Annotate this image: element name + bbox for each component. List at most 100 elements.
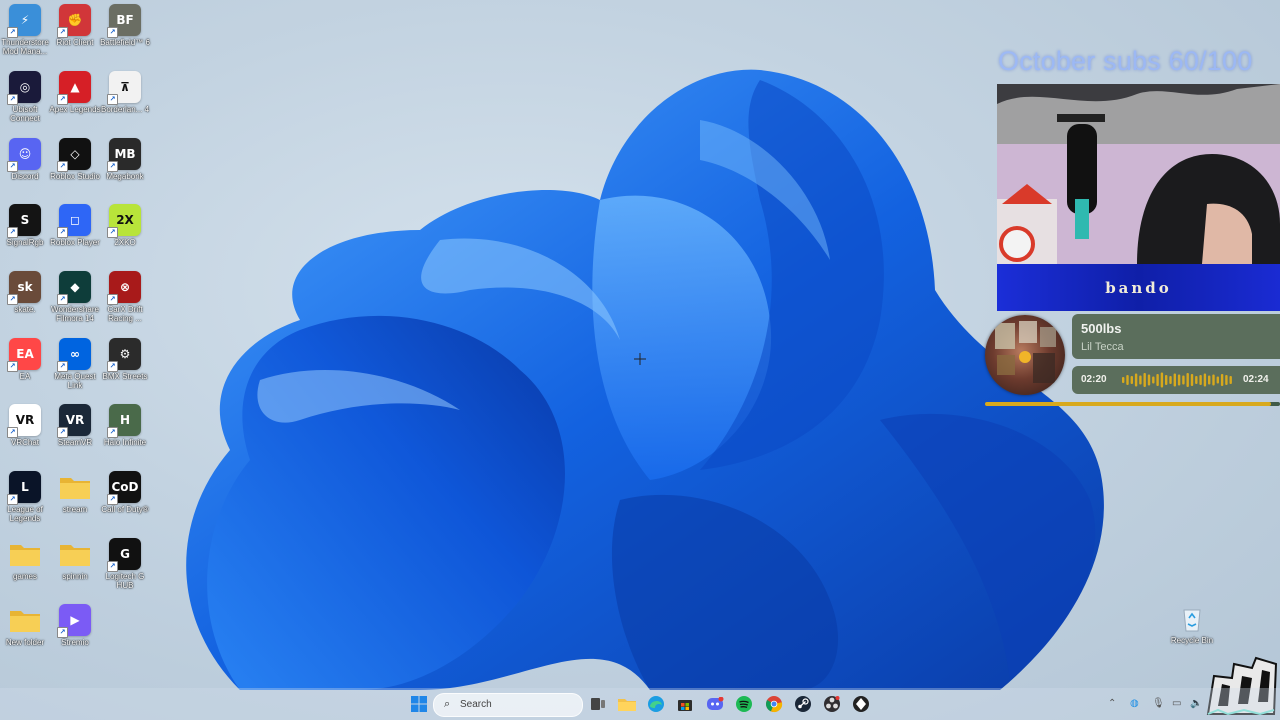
task-view-icon[interactable] [588,694,608,714]
desktop-shortcut-vrchat[interactable]: VR ↗ VRChat [0,404,51,470]
shortcut-arrow-icon: ↗ [57,161,68,172]
desktop-shortcut-logitech-ghub[interactable]: G ↗ Logitech G HUB [99,538,151,604]
equalizer-bar [1212,374,1215,386]
desktop-shortcut-label: VRChat [10,438,39,447]
desktop-shortcut-steamvr[interactable]: VR ↗ SteamVR [49,404,101,470]
desktop-shortcut-label: New folder [5,638,45,647]
song-artist: Lil Tecca [1081,341,1124,353]
shortcut-arrow-icon: ↗ [107,427,118,438]
equalizer-bar [1220,374,1224,386]
desktop-shortcut-bmx-streets[interactable]: ⚙ ↗ BMX Streets [99,338,151,404]
desktop-shortcut-ubisoft[interactable]: ◎ ↗ Ubisoft Connect [0,71,51,137]
roblox-player-icon: ◻ ↗ [57,204,91,238]
desktop-shortcut-megabonk[interactable]: MB ↗ Megabonk [99,138,151,204]
desktop-shortcut-folder[interactable]: spinnin [49,538,101,604]
shortcut-arrow-icon: ↗ [107,227,118,238]
desktop-shortcut-borderlands[interactable]: ⊼ ↗ Borderlan... 4 [99,71,151,137]
carx-icon: ⊗ ↗ [107,271,141,305]
equalizer-bar [1134,373,1138,387]
banner-text: bando [1105,278,1172,297]
bmx-streets-icon: ⚙ ↗ [107,338,141,372]
now-playing-card: 500lbs Lil Tecca [1072,314,1280,359]
signalrgb-icon: S ↗ [7,204,41,238]
desktop-shortcut-2xko[interactable]: 2X ↗ 2XKO [99,204,151,270]
desktop-shortcut-label: Call of Duty® [101,505,149,514]
desktop-shortcut-label: Halo Infinite [103,438,147,447]
microsoft-store-icon[interactable] [675,694,695,714]
desktop-shortcut-folder[interactable]: New folder [0,604,51,670]
desktop-shortcut-signalrgb[interactable]: S ↗ SignalRgb [0,204,51,270]
edge-icon[interactable] [646,694,666,714]
desktop-shortcut-filmora[interactable]: ◆ ↗ Wondershare Filmora 14 [49,271,101,337]
desktop-shortcut-stremio[interactable]: ▶ ↗ Stremio [49,604,101,670]
equalizer-bar [1225,375,1228,385]
obs-icon[interactable] [822,694,842,714]
equalizer-bar [1139,375,1142,385]
equalizer-bar [1147,374,1151,386]
shortcut-arrow-icon: ↗ [107,494,118,505]
discord-icon[interactable] [705,694,725,714]
desktop-shortcut-label: SignalRgb [6,238,44,247]
shortcut-arrow-icon: ↗ [57,361,68,372]
equalizer-bar [1199,375,1202,385]
desktop-shortcut-folder[interactable]: games [0,538,51,604]
show-hidden-icons-icon[interactable]: ⌃ [1108,698,1116,709]
equalizer-bar [1130,376,1133,384]
spotify-icon[interactable] [734,694,754,714]
desktop-shortcut-roblox-studio[interactable]: ◇ ↗ Roblox Studio [49,138,101,204]
shortcut-arrow-icon: ↗ [57,94,68,105]
desktop-shortcut-thunderstore[interactable]: ⚡ ↗ Thunderstore Mod Mana... [0,4,51,70]
equalizer-bar [1203,373,1207,387]
file-explorer-icon[interactable] [617,694,637,714]
windows-start-icon[interactable] [409,694,429,714]
search-icon: ⌕ [444,698,451,710]
shortcut-arrow-icon: ↗ [7,427,18,438]
desktop-shortcut-call-of-duty[interactable]: CoD ↗ Call of Duty® [99,471,151,537]
folder-icon [9,538,41,570]
megabonk-icon: MB ↗ [107,138,141,172]
stremio-icon: ▶ ↗ [57,604,91,638]
riot-client-icon: ✊ ↗ [57,4,91,38]
equalizer-bar [1173,373,1176,387]
app-icon[interactable] [851,694,871,714]
shortcut-arrow-icon: ↗ [7,27,18,38]
folder-icon [59,471,91,503]
desktop-shortcut-label: Stremio [61,638,89,647]
desktop-shortcut-folder[interactable]: stream [49,471,101,537]
desktop-shortcut-label: Discord [11,172,39,181]
subs-goal-text: October subs 60/100 [998,46,1253,76]
steam-icon[interactable] [793,694,813,714]
desktop-shortcut-discord[interactable]: ☺ ↗ Discord [0,138,51,204]
network-icon[interactable]: ◍ [1130,698,1139,709]
microphone-icon[interactable]: 🎙 [1152,698,1165,709]
speaker-icon[interactable]: 🔈 [1190,698,1202,709]
crosshair-cursor [634,353,646,365]
desktop-shortcut-skate[interactable]: sk ↗ skate. [0,271,51,337]
webcam-feed [997,84,1280,264]
desktop-shortcut-apex-legends[interactable]: ▲ ↗ Apex Legends [49,71,101,137]
desktop-shortcut-halo-infinite[interactable]: H ↗ Halo Infinite [99,404,151,470]
shortcut-arrow-icon: ↗ [107,94,118,105]
taskbar: ⌕ Search ⌃ ◍ 🎙 ▭ 🔈 [0,688,1280,720]
desktop-shortcut-battlefield[interactable]: BF ↗ Battlefield™ 6 [99,4,151,70]
desktop-shortcut-label: League of Legends [7,505,43,523]
desktop-shortcut-label: BMX Streets [102,372,148,381]
desktop-shortcut-riot-client[interactable]: ✊ ↗ Riot Client [49,4,101,70]
taskbar-search-box[interactable]: ⌕ Search [433,693,583,717]
display-icon[interactable]: ▭ [1172,698,1181,709]
chrome-icon[interactable] [764,694,784,714]
shortcut-arrow-icon: ↗ [107,294,118,305]
time-elapsed: 02:20 [1081,374,1107,385]
equalizer-bar [1122,377,1125,383]
desktop-shortcut-roblox-player[interactable]: ◻ ↗ Roblox Player [49,204,101,270]
desktop-shortcut-label: Wondershare Filmora 14 [51,305,99,323]
desktop-shortcut-label: Meta Quest Link [54,372,96,390]
desktop-shortcut-meta-quest[interactable]: ∞ ↗ Meta Quest Link [49,338,101,404]
desktop-shortcut-label: Roblox Player [50,238,100,247]
desktop-shortcut-ea[interactable]: EA ↗ EA [0,338,51,404]
desktop-shortcut-carx[interactable]: ⊗ ↗ CarX Drift Racing ... [99,271,151,337]
desktop-shortcut-label: SteamVR [57,438,93,447]
desktop-shortcut-league-of-legends[interactable]: L ↗ League of Legends [0,471,51,537]
equalizer-bar [1195,376,1198,384]
shortcut-arrow-icon: ↗ [57,294,68,305]
